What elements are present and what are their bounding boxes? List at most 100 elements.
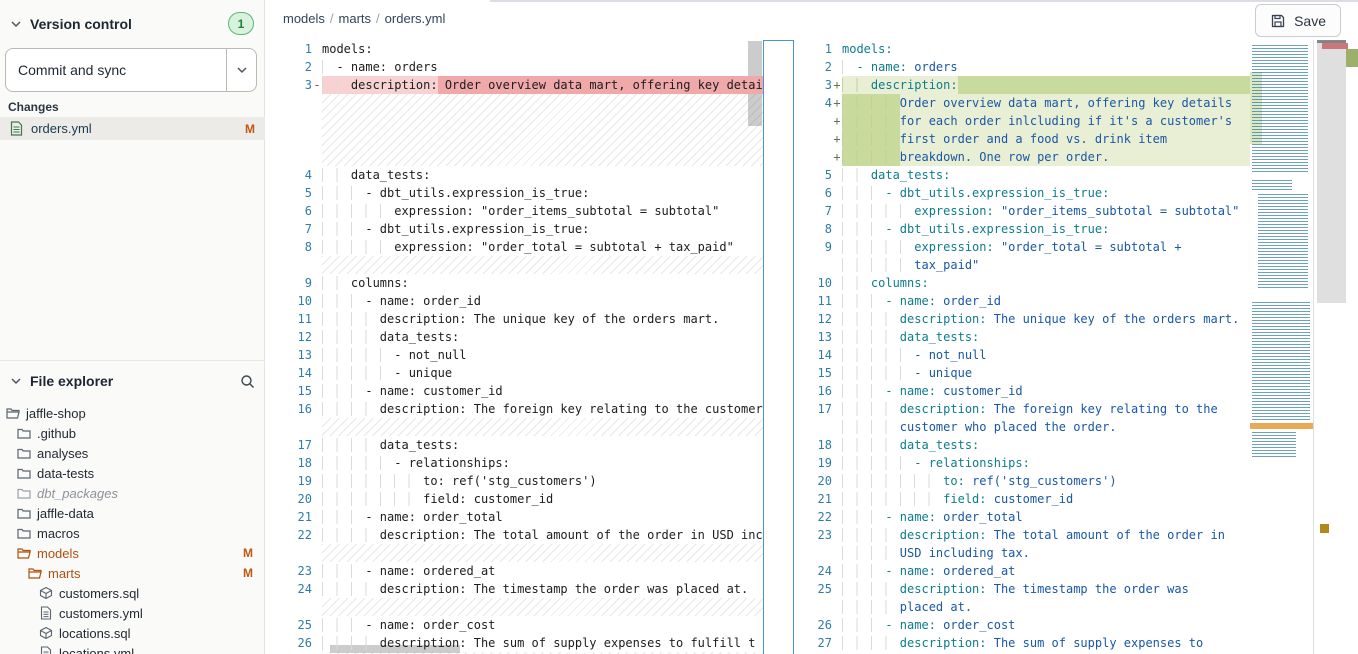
diff-code-line[interactable]: 6 expression: "order_items_subtotal = su… xyxy=(266,202,763,220)
diff-code-line[interactable]: 21 field: customer_id xyxy=(794,490,1250,508)
diff-code-line[interactable]: 5 - dbt_utils.expression_is_true: xyxy=(266,184,763,202)
file-tree-item-models[interactable]: modelsM xyxy=(0,543,265,563)
file-tree-item-.github[interactable]: .github xyxy=(0,423,265,443)
file-tree-item-customers.yml[interactable]: customers.yml xyxy=(0,603,265,623)
diff-code-line[interactable]: 7 expression: "order_items_subtotal = su… xyxy=(794,202,1250,220)
folder-open-icon xyxy=(28,566,42,580)
line-number-gutter: + xyxy=(794,130,842,148)
line-number-gutter: 25 xyxy=(266,616,322,634)
changes-count-badge: 1 xyxy=(228,12,254,35)
diff-code-line[interactable]: 13 - not_null xyxy=(266,346,763,364)
breadcrumb-file[interactable]: orders.yml xyxy=(385,11,446,26)
file-tree-item-macros[interactable]: macros xyxy=(0,523,265,543)
diff-splitter[interactable] xyxy=(763,40,794,654)
diff-code-line[interactable]: 6 - dbt_utils.expression_is_true: xyxy=(794,184,1250,202)
line-number-gutter: 10 xyxy=(794,274,842,292)
diff-code-line[interactable]: 11 - name: order_id xyxy=(794,292,1250,310)
diff-code-line[interactable]: 17 description: The foreign key relating… xyxy=(794,400,1250,418)
diff-code-line[interactable]: 2 - name: orders xyxy=(794,58,1250,76)
save-button[interactable]: Save xyxy=(1255,4,1341,37)
changed-file-row[interactable]: orders.yml M xyxy=(0,117,265,140)
file-tree-item-data-tests[interactable]: data-tests xyxy=(0,463,265,483)
diff-code-line[interactable]: 22 description: The total amount of the … xyxy=(266,526,763,544)
file-tree-item-dbt_packages[interactable]: dbt_packages xyxy=(0,483,265,503)
diff-code-line[interactable]: placed at. xyxy=(794,598,1250,616)
diff-code-line[interactable]: 12 data_tests: xyxy=(266,328,763,346)
diff-added-line[interactable]: + for each order inlcluding if it's a cu… xyxy=(794,112,1250,130)
changes-section-label: Changes xyxy=(8,100,59,114)
diff-code-line[interactable]: 21 - name: order_total xyxy=(266,508,763,526)
diff-code-line[interactable]: 1 models: xyxy=(266,40,763,58)
diff-code-line[interactable]: 17 data_tests: xyxy=(266,436,763,454)
file-tree-item-locations.yml[interactable]: locations.yml xyxy=(0,643,265,654)
file-tree-item-jaffle-shop[interactable]: jaffle-shop xyxy=(0,403,265,423)
breadcrumb-marts[interactable]: marts xyxy=(339,11,372,26)
diff-code-line[interactable]: 23 - name: ordered_at xyxy=(266,562,763,580)
diff-alignment-spacer xyxy=(266,544,763,562)
diff-added-line[interactable]: + first order and a food vs. drink item xyxy=(794,130,1250,148)
search-icon[interactable] xyxy=(240,374,255,389)
diff-code-line[interactable]: 10 - name: order_id xyxy=(266,292,763,310)
diff-code-line[interactable]: 8 - dbt_utils.expression_is_true: xyxy=(794,220,1250,238)
diff-code-line[interactable]: 19 - relationships: xyxy=(794,454,1250,472)
diff-code-line[interactable]: 19 to: ref('stg_customers') xyxy=(266,472,763,490)
file-tree-item-jaffle-data[interactable]: jaffle-data xyxy=(0,503,265,523)
diff-code-line[interactable]: customer who placed the order. xyxy=(794,418,1250,436)
diff-code-line[interactable]: 15 - unique xyxy=(794,364,1250,382)
file-tree-item-customers.sql[interactable]: customers.sql xyxy=(0,583,265,603)
minimap-slider[interactable] xyxy=(1317,41,1346,303)
diff-code-line[interactable]: 26 description: The sum of supply expens… xyxy=(266,634,763,652)
diff-code-line[interactable]: tax_paid" xyxy=(794,256,1250,274)
diff-code-line[interactable]: 26 - name: order_cost xyxy=(794,616,1250,634)
diff-code-line[interactable]: 10 columns: xyxy=(794,274,1250,292)
diff-code-line[interactable]: 16 description: The foreign key relating… xyxy=(266,400,763,418)
breadcrumb-models[interactable]: models xyxy=(283,11,325,26)
diff-code-line[interactable]: 15 - name: customer_id xyxy=(266,382,763,400)
diff-code-line[interactable]: 5 data_tests: xyxy=(794,166,1250,184)
file-explorer-header[interactable]: File explorer xyxy=(0,361,265,399)
commit-and-sync-button[interactable]: Commit and sync xyxy=(5,48,257,92)
line-number-gutter xyxy=(794,544,842,562)
diff-code-line[interactable]: 7 - dbt_utils.expression_is_true: xyxy=(266,220,763,238)
file-tree-item-analyses[interactable]: analyses xyxy=(0,443,265,463)
commit-options-caret[interactable] xyxy=(226,49,256,91)
diff-code-line[interactable]: 25 - name: order_cost xyxy=(266,616,763,634)
diff-code-line[interactable]: 8 expression: "order_total = subtotal + … xyxy=(266,238,763,256)
diff-code-line[interactable]: 14 - not_null xyxy=(794,346,1250,364)
file-tree-label: dbt_packages xyxy=(37,486,118,501)
version-control-header[interactable]: Version control 1 xyxy=(0,0,264,43)
diff-code-line[interactable]: 18 - relationships: xyxy=(266,454,763,472)
diff-code-line[interactable]: 1 models: xyxy=(794,40,1250,58)
diff-code-line[interactable]: 13 data_tests: xyxy=(794,328,1250,346)
diff-code-line[interactable]: 22 - name: order_total xyxy=(794,508,1250,526)
diff-original-pane[interactable]: 1 models: 2 - name: orders 3- descriptio… xyxy=(266,40,763,654)
diff-code-line[interactable]: 24 - name: ordered_at xyxy=(794,562,1250,580)
diff-added-line[interactable]: 3+ description: xyxy=(794,76,1250,94)
diff-added-line[interactable]: + breakdown. One row per order. xyxy=(794,148,1250,166)
diff-code-line[interactable]: USD including tax. xyxy=(794,544,1250,562)
line-number-gutter: 4+ xyxy=(794,94,842,112)
line-number-gutter: 27 xyxy=(794,634,842,652)
diff-code-line[interactable]: 9 expression: "order_total = subtotal + xyxy=(794,238,1250,256)
file-tree-item-marts[interactable]: martsM xyxy=(0,563,265,583)
diff-code-line[interactable]: 20 to: ref('stg_customers') xyxy=(794,472,1250,490)
diff-code-line[interactable]: 18 data_tests: xyxy=(794,436,1250,454)
diff-modified-pane[interactable]: 1 models: 2 - name: orders 3+ descriptio… xyxy=(794,40,1250,654)
diff-code-line[interactable]: 9 columns: xyxy=(266,274,763,292)
diff-code-line[interactable]: 11 description: The unique key of the or… xyxy=(266,310,763,328)
file-tree-item-locations.sql[interactable]: locations.sql xyxy=(0,623,265,643)
diff-code-line[interactable]: 27 description: The sum of supply expens… xyxy=(794,634,1250,652)
diff-code-line[interactable]: 12 description: The unique key of the or… xyxy=(794,310,1250,328)
minimap[interactable] xyxy=(1250,40,1313,654)
diff-code-line[interactable]: 16 - name: customer_id xyxy=(794,382,1250,400)
diff-added-line[interactable]: 4+ Order overview data mart, offering ke… xyxy=(794,94,1250,112)
diff-removed-line[interactable]: 3- description: Order overview data mart… xyxy=(266,76,763,94)
overview-ruler[interactable] xyxy=(1346,40,1358,654)
diff-code-line[interactable]: 24 description: The timestamp the order … xyxy=(266,580,763,598)
diff-code-line[interactable]: 20 field: customer_id xyxy=(266,490,763,508)
diff-code-line[interactable]: 25 description: The timestamp the order … xyxy=(794,580,1250,598)
diff-code-line[interactable]: 14 - unique xyxy=(266,364,763,382)
diff-code-line[interactable]: 23 description: The total amount of the … xyxy=(794,526,1250,544)
diff-code-line[interactable]: 2 - name: orders xyxy=(266,58,763,76)
diff-code-line[interactable]: 4 data_tests: xyxy=(266,166,763,184)
